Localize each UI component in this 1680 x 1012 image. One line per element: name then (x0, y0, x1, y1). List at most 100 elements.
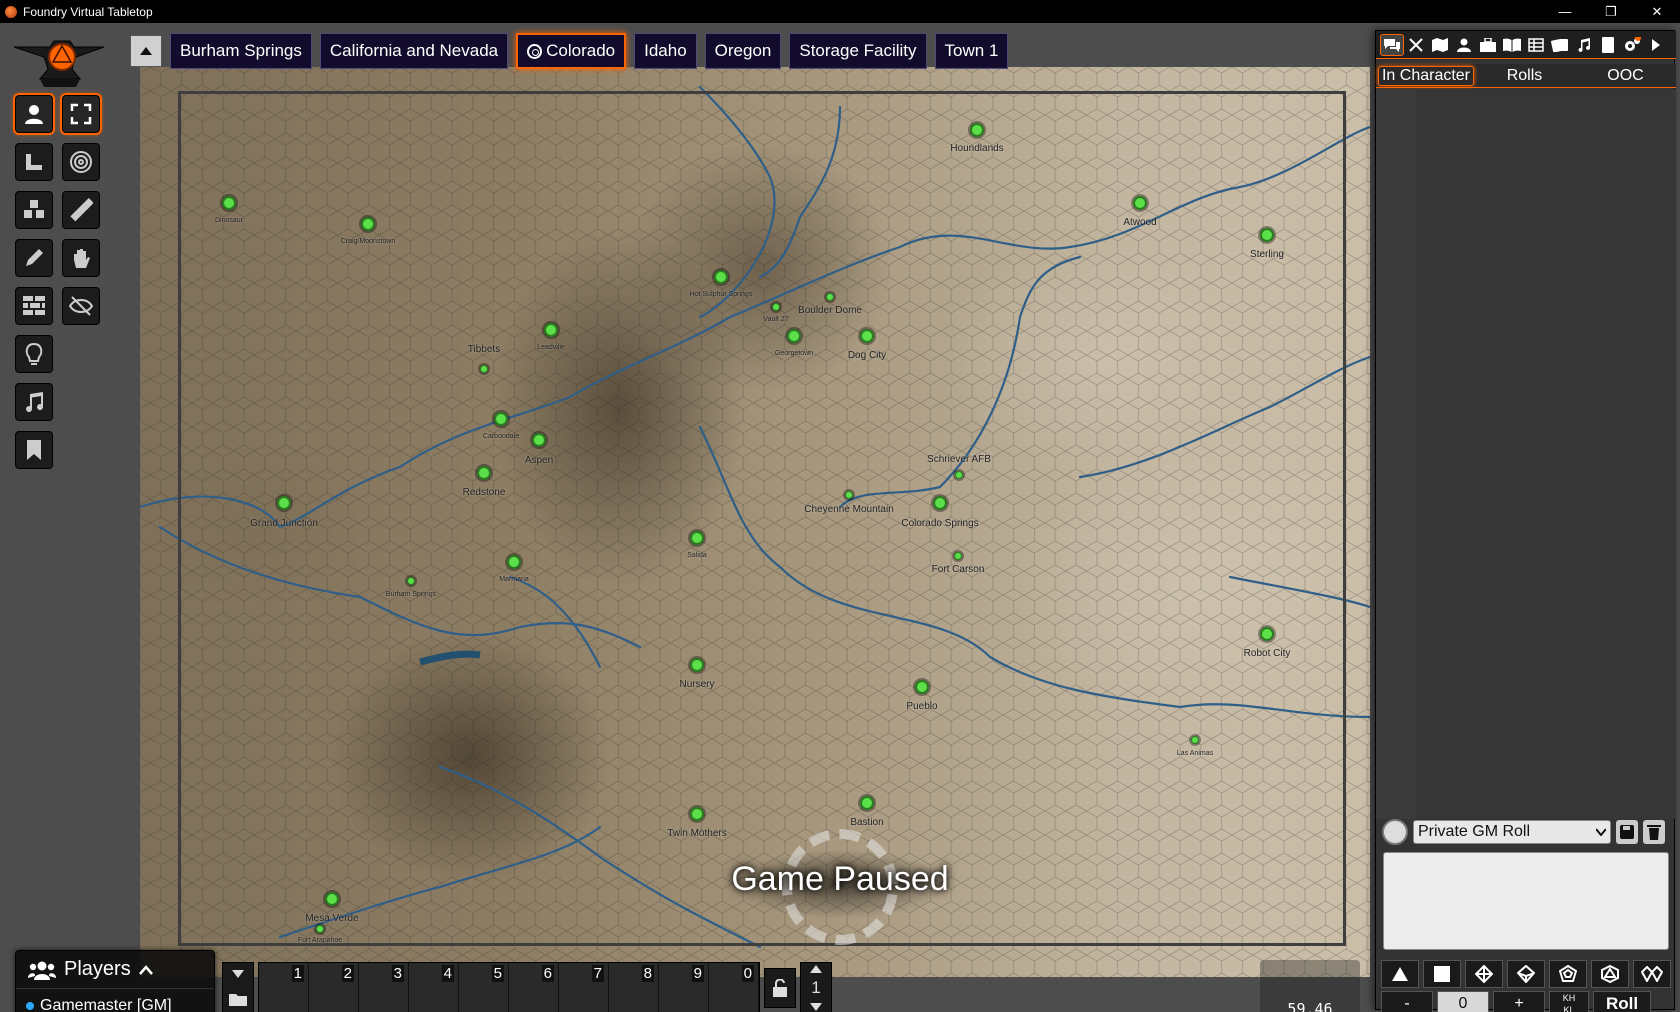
scene-tab-california-and-nevada[interactable]: California and Nevada (319, 33, 509, 69)
chat-mode-rolls[interactable]: Rolls (1474, 67, 1575, 85)
tab-compendium[interactable] (1596, 34, 1620, 56)
hand-tool-button[interactable] (62, 239, 100, 277)
keep-high-low-toggle[interactable]: KH KL (1549, 991, 1589, 1012)
location-pin[interactable] (690, 658, 704, 672)
tab-combat[interactable] (1404, 34, 1428, 56)
location-pin[interactable] (772, 303, 780, 311)
location-pin[interactable] (845, 491, 853, 499)
wall-controls-button[interactable] (15, 287, 53, 325)
location-pin[interactable] (407, 577, 415, 585)
export-log-button[interactable] (1616, 820, 1638, 844)
macro-slot[interactable]: 3 (359, 963, 409, 1012)
location-pin[interactable] (1260, 228, 1274, 242)
notes-controls-button[interactable] (15, 431, 53, 469)
d10-button[interactable] (1507, 960, 1545, 988)
tab-items[interactable] (1476, 34, 1500, 56)
d8-button[interactable] (1465, 960, 1503, 988)
dice-count-field[interactable]: 0 (1437, 991, 1489, 1012)
d12-button[interactable] (1549, 960, 1587, 988)
chat-mode-ooc[interactable]: OOC (1575, 67, 1676, 85)
tab-journal[interactable] (1500, 34, 1524, 56)
scene-tab-storage-facility[interactable]: Storage Facility (789, 33, 927, 69)
tab-scenes[interactable] (1428, 34, 1452, 56)
location-pin[interactable] (860, 329, 874, 343)
scene-tab-town-1[interactable]: Town 1 (934, 33, 1009, 69)
caret-down-icon[interactable] (810, 1003, 822, 1011)
location-pin[interactable] (507, 555, 521, 569)
hide-tool-button[interactable] (62, 287, 100, 325)
macro-slot[interactable]: 0 (709, 963, 759, 1012)
location-pin[interactable] (1133, 196, 1147, 210)
tile-controls-button[interactable] (15, 191, 53, 229)
location-pin[interactable] (915, 680, 929, 694)
decrease-dice-button[interactable]: - (1381, 991, 1433, 1012)
location-pin[interactable] (970, 123, 984, 137)
clear-log-button[interactable] (1643, 820, 1665, 844)
hotbar-lock-button[interactable] (764, 968, 796, 1008)
tab-tables[interactable] (1524, 34, 1548, 56)
players-list[interactable]: Players Gamemaster [GM] (15, 950, 215, 1012)
location-pin[interactable] (316, 925, 324, 933)
tab-chat[interactable] (1380, 33, 1404, 56)
location-pin[interactable] (690, 531, 704, 545)
location-pin[interactable] (860, 796, 874, 810)
chat-log[interactable] (1376, 89, 1676, 819)
macro-slot[interactable]: 7 (559, 963, 609, 1012)
macro-slot[interactable]: 5 (459, 963, 509, 1012)
location-pin[interactable] (361, 217, 375, 231)
tab-playlists[interactable] (1572, 34, 1596, 56)
location-pin[interactable] (954, 552, 962, 560)
chat-mode-in-character[interactable]: In Character (1378, 65, 1474, 86)
location-pin[interactable] (690, 807, 704, 821)
drawing-controls-button[interactable] (15, 239, 53, 277)
increase-dice-button[interactable]: + (1493, 991, 1545, 1012)
d6-button[interactable] (1423, 960, 1461, 988)
tab-settings[interactable] (1620, 34, 1644, 56)
folder-icon[interactable] (229, 992, 247, 1006)
location-pin[interactable] (480, 365, 488, 373)
location-pin[interactable] (277, 496, 291, 510)
foundry-logo[interactable] (10, 33, 106, 93)
game-canvas[interactable]: Houndlands Atwood Sterling Dinosaur Crai… (0, 23, 1680, 1012)
caret-down-icon[interactable] (232, 970, 244, 978)
location-pin[interactable] (544, 323, 558, 337)
tab-collapse[interactable] (1644, 34, 1668, 56)
chat-message-input[interactable] (1383, 852, 1669, 950)
sound-controls-button[interactable] (15, 383, 53, 421)
tab-actors[interactable] (1452, 34, 1476, 56)
macro-slot[interactable]: 1 (259, 963, 309, 1012)
caret-up-icon[interactable] (810, 965, 822, 973)
measure-controls-button[interactable] (15, 143, 53, 181)
close-button[interactable]: ✕ (1634, 0, 1680, 23)
macro-slot[interactable]: 9 (659, 963, 709, 1012)
d20-button[interactable] (1591, 960, 1629, 988)
location-pin[interactable] (325, 892, 339, 906)
location-pin[interactable] (494, 412, 508, 426)
target-tool-button[interactable] (62, 143, 100, 181)
token-controls-button[interactable] (15, 95, 53, 133)
location-pin[interactable] (826, 293, 834, 301)
roll-button[interactable]: Roll (1593, 991, 1651, 1012)
players-header[interactable]: Players (16, 951, 214, 989)
location-pin[interactable] (787, 329, 801, 343)
tab-cards[interactable] (1548, 34, 1572, 56)
macro-slot[interactable]: 6 (509, 963, 559, 1012)
location-pin[interactable] (1260, 627, 1274, 641)
location-pin[interactable] (933, 496, 947, 510)
scene-tab-idaho[interactable]: Idaho (634, 33, 697, 69)
restore-button[interactable]: ❐ (1588, 0, 1634, 23)
minimize-button[interactable]: — (1542, 0, 1588, 23)
roll-mode-select[interactable]: Private GM Roll (1413, 820, 1611, 844)
location-pin[interactable] (532, 433, 546, 447)
macro-slot[interactable]: 4 (409, 963, 459, 1012)
macro-slot[interactable]: 8 (609, 963, 659, 1012)
dice-tray-icon[interactable] (1382, 819, 1408, 845)
scene-tab-colorado[interactable]: Colorado (516, 33, 627, 69)
scene-nav-toggle[interactable] (130, 35, 162, 67)
fullscreen-tool-button[interactable] (62, 95, 100, 133)
scene-tab-oregon[interactable]: Oregon (704, 33, 782, 69)
location-pin[interactable] (714, 270, 728, 284)
d100-button[interactable] (1633, 960, 1671, 988)
player-entry[interactable]: Gamemaster [GM] (16, 989, 214, 1012)
location-pin[interactable] (1191, 736, 1199, 744)
